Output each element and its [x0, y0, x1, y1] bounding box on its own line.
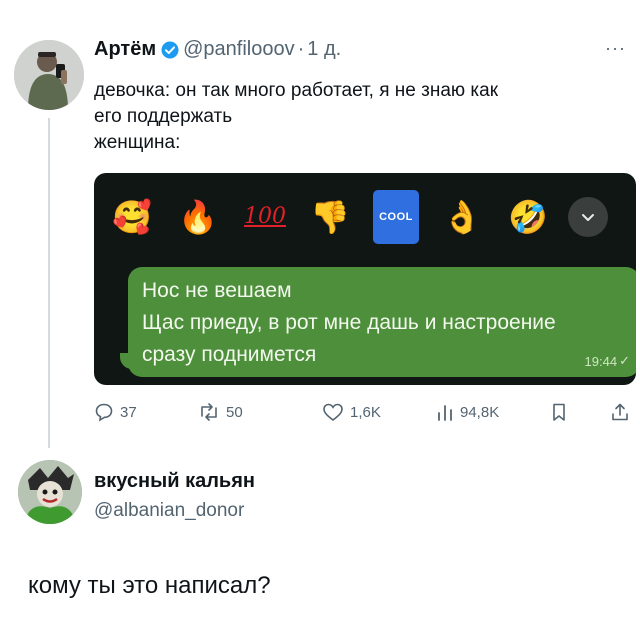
message-line: Нос не вешаем: [142, 279, 292, 302]
repost-icon: [201, 403, 217, 421]
fire-emoji-icon: 🔥: [178, 199, 218, 235]
verified-badge-icon: [161, 41, 179, 59]
message-line: сразу поднимется: [142, 343, 317, 366]
header-separator: ·: [297, 38, 305, 60]
reply-author-handle[interactable]: @albanian_donor: [94, 500, 244, 522]
share-icon: [612, 403, 628, 421]
thread-connector-line: [48, 118, 50, 448]
bar-chart-icon: [438, 405, 452, 421]
like-count: 1,6K: [350, 403, 381, 421]
post-text-line: его поддержать: [94, 106, 233, 127]
reply-count: 37: [120, 403, 137, 421]
post-text-line: женщина:: [94, 132, 181, 153]
heart-icon: [323, 403, 343, 422]
message-line: Щас приеду, в рот мне дашь и настроение: [142, 311, 556, 334]
cool-label: COOL: [373, 190, 419, 244]
reply-author-name[interactable]: вкусный кальян: [94, 470, 255, 493]
post-action-bar: 37 50 1,6K 94,8K: [94, 400, 634, 424]
repost-button[interactable]: 50: [198, 402, 243, 422]
reply-text: кому ты это написал?: [28, 572, 271, 599]
person-photo-icon: [14, 40, 84, 110]
message-check-icon: ✓: [619, 353, 630, 368]
post-header: Артём @panfilooov · 1 д.: [94, 38, 341, 61]
post-author-avatar[interactable]: [14, 40, 84, 110]
smiling-hearts-emoji-icon: 🥰: [112, 199, 152, 235]
ok-hand-emoji-icon: 👌: [442, 199, 482, 235]
embedded-telegram-screenshot[interactable]: 🥰 🔥 100 👎 COOL 👌 🤣 Нос не вешаем Щас при…: [94, 173, 636, 385]
reply-author-avatar[interactable]: [18, 460, 82, 524]
thumbs-down-emoji-icon: 👎: [310, 199, 350, 235]
more-options-icon[interactable]: ···: [605, 38, 626, 59]
hundred-points-emoji-icon: 100: [244, 204, 286, 229]
views-button[interactable]: 94,8K: [436, 402, 499, 422]
like-button[interactable]: 1,6K: [322, 402, 381, 422]
post-author-handle[interactable]: @panfilooov: [183, 38, 294, 61]
cool-emoji-icon: COOL: [373, 190, 419, 244]
views-count: 94,8K: [460, 403, 500, 421]
post-text-line: девочка: он так много работает, я не зна…: [94, 80, 499, 101]
post-timestamp[interactable]: 1 д.: [307, 38, 341, 61]
message-bubble: Нос не вешаем Щас приеду, в рот мне дашь…: [128, 267, 636, 377]
bookmark-button[interactable]: [550, 402, 568, 422]
reply-button[interactable]: 37: [94, 402, 137, 422]
message-time: 19:44: [584, 353, 618, 369]
repost-count: 50: [226, 403, 243, 421]
reaction-bar: 🥰 🔥 100 👎 COOL 👌 🤣: [102, 185, 622, 249]
post-text: девочка: он так много работает, я не зна…: [94, 78, 624, 156]
message-timestamp: 19:44 ✓: [585, 353, 630, 369]
post-author-name[interactable]: Артём: [94, 38, 156, 61]
joker-avatar-icon: [18, 460, 82, 524]
bookmark-icon: [553, 403, 565, 421]
share-button[interactable]: [610, 402, 630, 422]
rolling-laughing-emoji-icon: 🤣: [508, 199, 548, 235]
comment-icon: [95, 403, 113, 422]
chevron-down-icon: [568, 197, 608, 237]
